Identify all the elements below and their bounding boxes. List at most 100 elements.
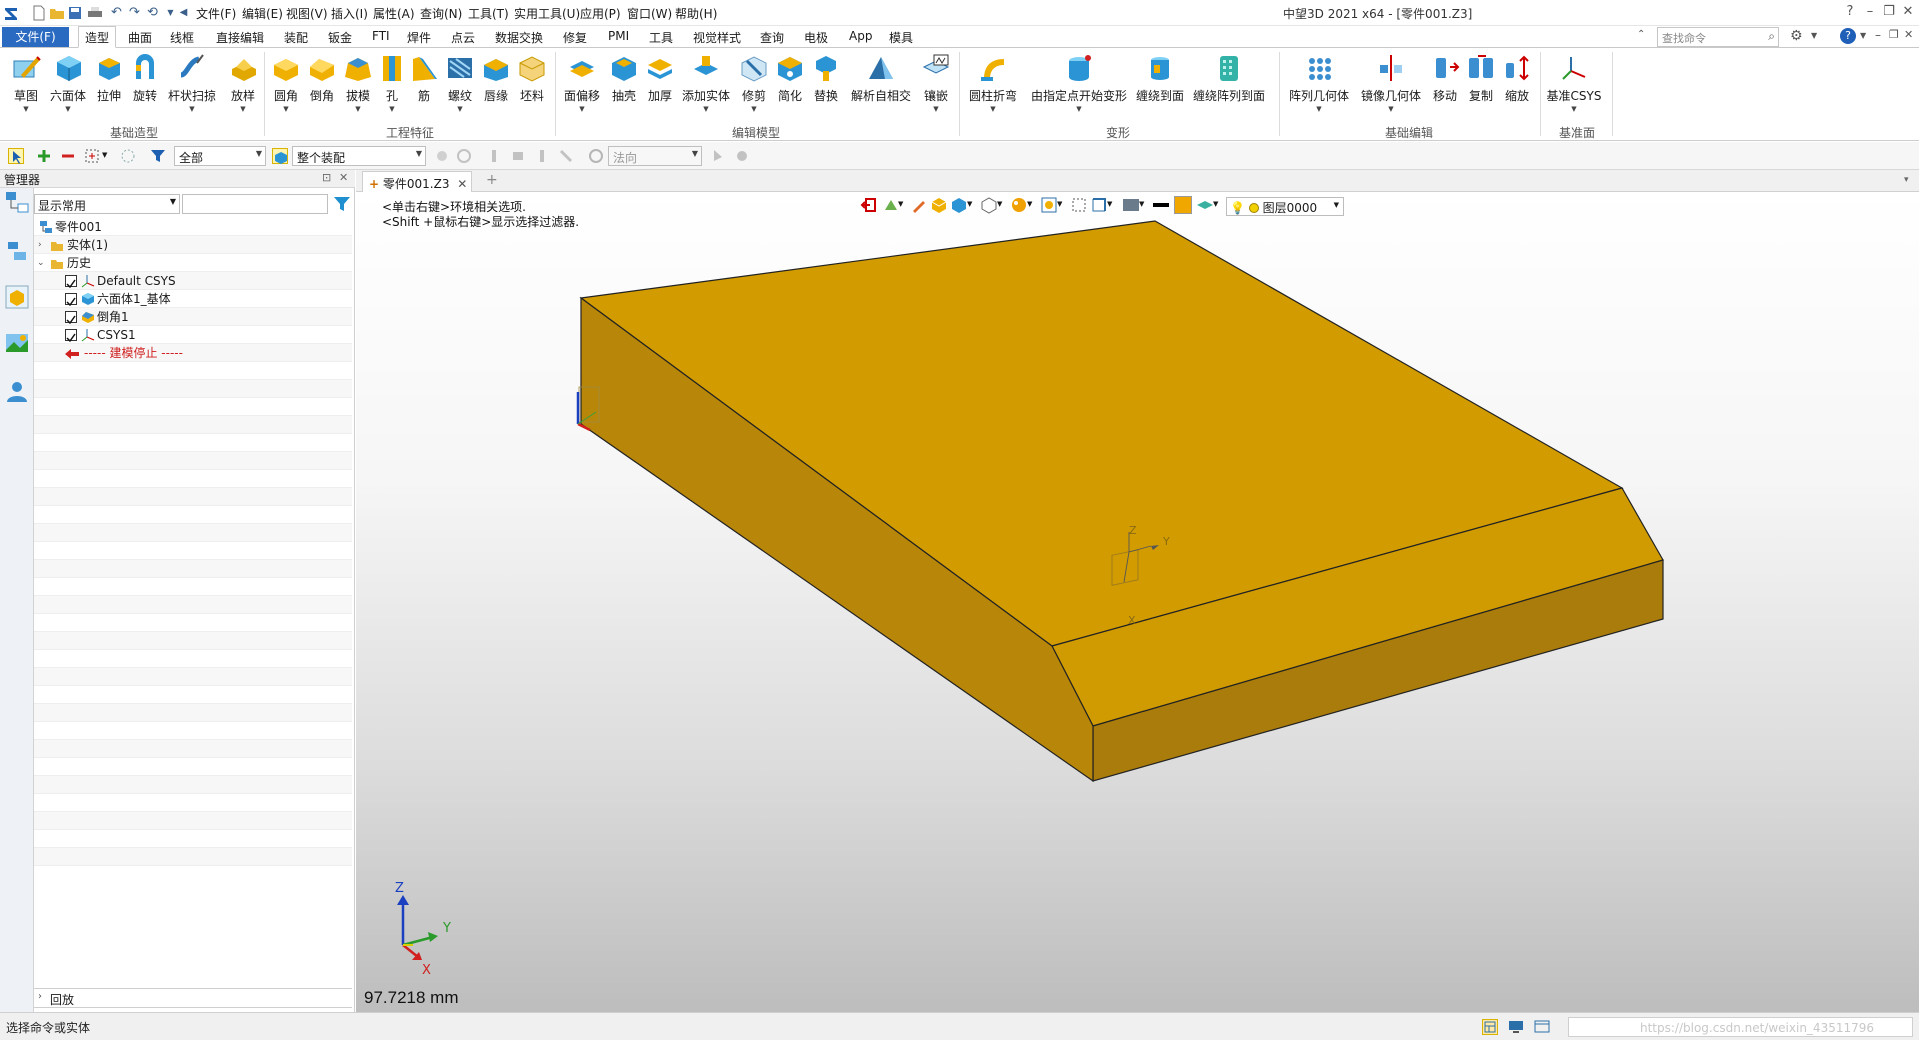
playback-bar[interactable]: › 回放 (34, 988, 352, 1008)
menu-attribute[interactable]: 属性(A) (373, 5, 415, 22)
revolve-button[interactable]: 旋转 (128, 50, 162, 123)
menu-tools[interactable]: 工具(T) (468, 5, 509, 22)
collapse-ribbon-icon[interactable]: ⌃ (1637, 29, 1645, 40)
copy-button[interactable]: 复制 (1464, 50, 1498, 123)
panel-close-icon[interactable]: ✕ (339, 171, 348, 184)
help-dropdown-icon[interactable]: ▼ (1860, 31, 1866, 40)
redo-icon[interactable]: ↷ (126, 4, 143, 21)
settings-gear-icon[interactable]: ⚙ (1790, 28, 1803, 44)
refresh-icon[interactable]: ⟲ (144, 4, 161, 21)
tree-item-default-csys[interactable]: Default CSYS (34, 272, 352, 290)
trim-dropdown-icon[interactable]: ▼ (751, 105, 756, 114)
filter-icon[interactable] (150, 148, 166, 164)
rod-sweep-button[interactable]: 杆状扫掠 ▼ (166, 50, 218, 123)
collapse-icon[interactable]: ⌄ (37, 254, 45, 272)
menu-help[interactable]: 帮助(H) (675, 5, 717, 22)
tree-item-solids[interactable]: › 实体(1) (34, 236, 352, 254)
hole-button[interactable]: 孔 ▼ (377, 50, 407, 123)
visibility-checkbox[interactable] (65, 275, 77, 289)
box-select-dropdown-icon[interactable]: ▼ (102, 151, 107, 159)
tab-list-icon[interactable]: ▾ (1904, 175, 1909, 185)
pattern-geometry-dropdown-icon[interactable]: ▼ (1316, 105, 1321, 114)
settings-dropdown-icon[interactable]: ▼ (1811, 31, 1817, 40)
tab-tools[interactable]: 工具 (649, 29, 673, 46)
visibility-checkbox[interactable] (65, 329, 77, 343)
menu-view[interactable]: 视图(V) (286, 5, 328, 22)
wrap-pattern-to-face-button[interactable]: 缠绕阵列到面 (1190, 50, 1268, 123)
face-offset-dropdown-icon[interactable]: ▼ (579, 105, 584, 114)
thicken-button[interactable]: 加厚 (643, 50, 677, 123)
deform-from-point-button[interactable]: 由指定点开始变形 ▼ (1026, 50, 1132, 123)
new-file-icon[interactable] (30, 4, 47, 21)
hole-dropdown-icon[interactable]: ▼ (389, 105, 394, 114)
tree-filter-icon[interactable] (332, 195, 352, 213)
back-icon[interactable]: ◀ (175, 4, 192, 21)
visual-manager-icon[interactable] (4, 330, 30, 356)
rib-button[interactable]: 筋 (409, 50, 439, 123)
tree-item-csys1[interactable]: CSYS1 (34, 326, 352, 344)
draft-dropdown-icon[interactable]: ▼ (355, 105, 360, 114)
filter-select[interactable]: 全部 ▼ (174, 146, 266, 166)
chamfer-button[interactable]: 倒角 (305, 50, 339, 123)
tab-repair[interactable]: 修复 (563, 29, 587, 46)
disabled-tool-icon[interactable] (510, 148, 526, 164)
menu-window[interactable]: 窗口(W) (627, 5, 672, 22)
direction-icon[interactable] (588, 148, 604, 164)
pin-icon[interactable]: ⊡ (322, 171, 331, 184)
datum-csys-button[interactable]: 基准CSYS ▼ (1546, 50, 1602, 123)
3d-viewport[interactable]: <单击右键>环境相关选项. <Shift +鼠标右键>显示选择过滤器. ▼ ▼ … (356, 192, 1919, 1012)
help-icon[interactable]: ? (1840, 28, 1856, 44)
loft-button[interactable]: 放样 ▼ (226, 50, 260, 123)
box-dropdown-icon[interactable]: ▼ (65, 105, 70, 114)
menu-query[interactable]: 查询(N) (420, 5, 462, 22)
face-offset-button[interactable]: 面偏移 ▼ (561, 50, 603, 123)
extrude-button[interactable]: 拉伸 (92, 50, 126, 123)
tree-search-input[interactable] (182, 194, 328, 214)
disabled-tool-icon[interactable] (734, 148, 750, 164)
box-select-icon[interactable] (84, 148, 100, 164)
tree-item-box1[interactable]: 六面体1_基体 (34, 290, 352, 308)
menu-insert[interactable]: 插入(I) (331, 5, 368, 22)
disabled-tool-icon[interactable] (710, 148, 726, 164)
thread-button[interactable]: 螺纹 ▼ (443, 50, 477, 123)
close-icon[interactable]: ✕ (1899, 3, 1917, 21)
tab-inquiry[interactable]: 查询 (760, 29, 784, 46)
datum-csys-dropdown-icon[interactable]: ▼ (1571, 105, 1576, 114)
minimize-icon[interactable]: – (1861, 3, 1879, 21)
assembly-scope-select[interactable]: 整个装配 ▼ (292, 146, 426, 166)
menu-file[interactable]: 文件(F) (196, 5, 236, 22)
user-icon[interactable] (4, 378, 30, 404)
cylinder-bend-button[interactable]: 圆柱折弯 ▼ (966, 50, 1020, 123)
trim-button[interactable]: 修剪 ▼ (737, 50, 771, 123)
resolve-self-intersect-button[interactable]: 解析自相交 (849, 50, 913, 123)
app-logo-icon[interactable] (2, 4, 19, 21)
tab-surface[interactable]: 曲面 (128, 29, 152, 46)
tab-electrode[interactable]: 电极 (804, 29, 828, 46)
menu-edit[interactable]: 编辑(E) (242, 5, 283, 22)
box-button[interactable]: 六面体 ▼ (46, 50, 90, 123)
emboss-button[interactable]: 镶嵌 ▼ (919, 50, 953, 123)
tree-item-chamfer1[interactable]: 倒角1 (34, 308, 352, 326)
tab-direct-edit[interactable]: 直接编辑 (216, 29, 264, 46)
add-solid-button[interactable]: 添加实体 ▼ (681, 50, 731, 123)
fillet-dropdown-icon[interactable]: ▼ (283, 105, 288, 114)
direction-select[interactable]: 法向 ▼ (608, 146, 702, 166)
tree-item-part[interactable]: 零件001 (34, 218, 352, 236)
scale-button[interactable]: 缩放 (1500, 50, 1534, 123)
disabled-tool-icon[interactable] (486, 148, 502, 164)
tab-pmi[interactable]: PMI (608, 29, 629, 43)
tab-assembly[interactable]: 装配 (284, 29, 308, 46)
sketch-button[interactable]: 草图 ▼ (8, 50, 44, 123)
menu-utilities[interactable]: 实用工具(U) (514, 5, 580, 22)
remove-icon[interactable] (60, 148, 76, 164)
doc-minimize-icon[interactable]: – (1875, 28, 1881, 42)
fillet-button[interactable]: 圆角 ▼ (269, 50, 303, 123)
search-icon[interactable]: ⌕ (1768, 29, 1775, 44)
tab-mold[interactable]: 模具 (889, 29, 913, 46)
restore-icon[interactable]: ❐ (1880, 3, 1898, 21)
loft-dropdown-icon[interactable]: ▼ (240, 105, 245, 114)
layout-toggle-icon[interactable] (1482, 1019, 1498, 1035)
emboss-dropdown-icon[interactable]: ▼ (933, 105, 938, 114)
tree-item-modeling-stop[interactable]: ----- 建模停止 ----- (34, 344, 352, 362)
menu-application[interactable]: 应用(P) (580, 5, 621, 22)
